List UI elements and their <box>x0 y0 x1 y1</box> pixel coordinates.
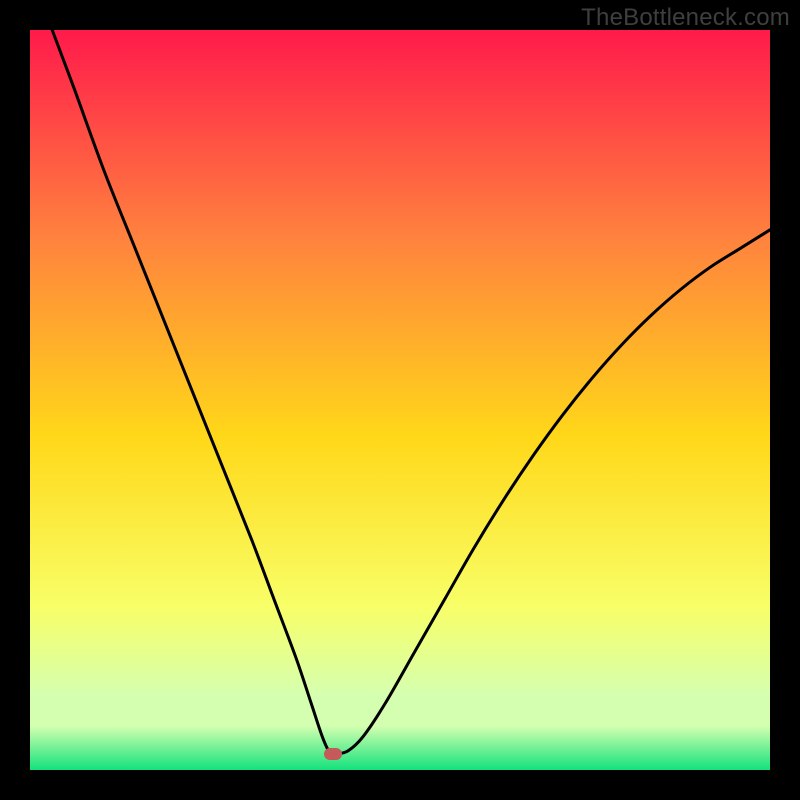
chart-svg <box>30 30 770 770</box>
chart-frame <box>30 30 770 770</box>
chart-background <box>30 30 770 770</box>
optimal-marker <box>324 748 342 760</box>
watermark-text: TheBottleneck.com <box>581 4 790 32</box>
